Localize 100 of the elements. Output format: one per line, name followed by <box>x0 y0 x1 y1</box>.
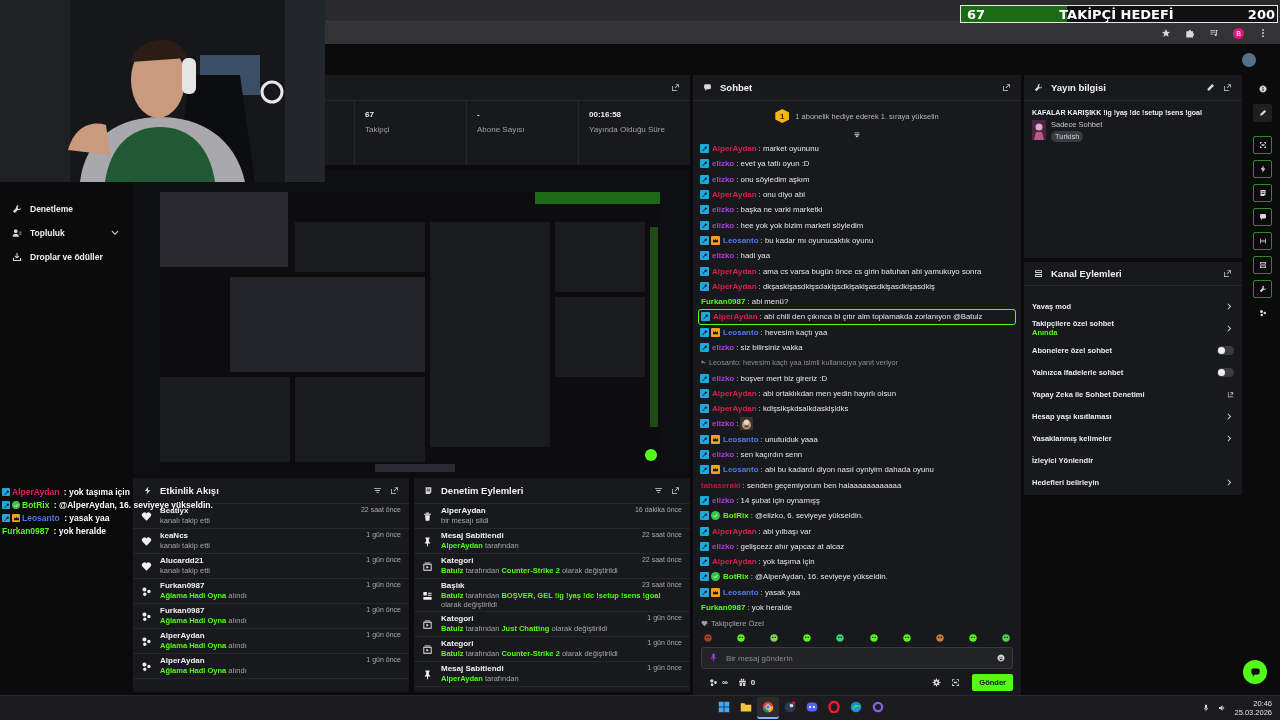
overlay-username: Furkan0987 <box>2 526 50 536</box>
chat-username[interactable]: elizko <box>712 495 735 505</box>
chat-username[interactable]: AlperAydan <box>712 144 757 154</box>
chevron-icon[interactable] <box>1225 477 1234 487</box>
edit-button[interactable] <box>1253 104 1272 122</box>
chat-button[interactable] <box>1253 208 1272 226</box>
chat-fab-button[interactable] <box>1243 660 1267 684</box>
dots-icon <box>141 610 152 622</box>
chat-username[interactable]: elizko <box>712 541 735 551</box>
filter-icon[interactable] <box>373 486 382 495</box>
panel-title: Kanal Eylemleri <box>1051 268 1122 279</box>
chat-username[interactable]: AlperAydan <box>712 404 757 414</box>
popout-icon[interactable] <box>1002 83 1011 92</box>
bolt-button[interactable] <box>1253 160 1272 178</box>
wrench-button[interactable] <box>1253 280 1272 298</box>
chat-username[interactable]: Leosanto <box>723 465 759 475</box>
chat-username[interactable]: Furkan0987 <box>701 297 746 307</box>
puzzle-icon[interactable] <box>1185 28 1195 38</box>
taskbar-browser-icon[interactable] <box>757 697 780 719</box>
popout-icon[interactable] <box>1223 269 1232 278</box>
mic-icon[interactable] <box>1202 704 1211 712</box>
emote-icon[interactable] <box>835 633 846 643</box>
emote-icon[interactable] <box>802 633 813 643</box>
emote-icon[interactable] <box>934 633 945 643</box>
popout-icon[interactable] <box>1223 83 1232 92</box>
chat-username[interactable]: AlperAydan <box>712 388 757 398</box>
filter-icon[interactable] <box>654 486 663 495</box>
chat-username[interactable]: BotRix <box>723 511 749 521</box>
chat-username[interactable]: Furkan0987 <box>701 603 746 613</box>
chat-username[interactable]: Leosanto <box>723 235 759 245</box>
chat-username[interactable]: elizko <box>712 220 735 230</box>
settings-icon[interactable] <box>932 677 942 687</box>
sidebar-label: Topluluk <box>30 228 66 238</box>
overlay-username: BotRix <box>22 500 50 510</box>
crown-badge-icon <box>711 465 720 475</box>
chevron-icon[interactable] <box>1225 301 1234 311</box>
star-icon[interactable] <box>1161 28 1171 38</box>
heart-icon <box>141 535 152 547</box>
chat-username[interactable]: AlperAydan <box>712 190 757 200</box>
sidebar-item[interactable]: Topluluk <box>0 221 130 245</box>
dots-icon[interactable] <box>709 677 718 687</box>
chat-username[interactable]: AlperAydan <box>712 281 757 291</box>
chat-username[interactable]: elizko <box>712 343 735 352</box>
chat-username[interactable]: Leosanto <box>723 587 759 597</box>
scan-button[interactable] <box>1253 136 1272 154</box>
avatar[interactable] <box>1242 52 1256 67</box>
id-card-icon <box>422 589 433 601</box>
emoji-icon[interactable] <box>997 654 1005 662</box>
media-icon[interactable] <box>1209 28 1219 38</box>
chat-username[interactable]: AlperAydan <box>712 526 757 536</box>
note-button[interactable] <box>1253 184 1272 202</box>
popout-icon[interactable] <box>671 83 680 92</box>
trash-icon <box>422 510 433 522</box>
video-box-icon <box>422 618 433 630</box>
chat-username[interactable]: elizko <box>712 159 735 169</box>
chat-username[interactable]: elizko <box>712 373 735 383</box>
chevron-icon[interactable] <box>1225 411 1234 421</box>
chat-username[interactable]: elizko <box>712 419 735 429</box>
chat-username[interactable]: AlperAydan <box>712 557 757 567</box>
layout-button[interactable] <box>1253 256 1272 274</box>
popout-icon[interactable] <box>390 486 399 495</box>
emote-icon[interactable] <box>736 633 747 643</box>
action-title: Kategori <box>441 639 474 649</box>
chat-username[interactable]: elizko <box>712 174 735 184</box>
popout-icon[interactable] <box>671 486 680 495</box>
sidebar-item[interactable]: Droplar ve ödüller <box>0 245 130 269</box>
chat-username[interactable]: BotRix <box>723 572 749 582</box>
chat-username[interactable]: tahaseraki <box>701 480 741 490</box>
chat-username[interactable]: elizko <box>712 251 735 261</box>
sidebar-item[interactable]: Denetleme <box>0 197 130 221</box>
message-input[interactable]: Bir mesaj gönderin <box>701 647 1013 669</box>
chat-username[interactable]: Leosanto <box>723 327 759 337</box>
chat-username[interactable]: elizko <box>712 450 735 460</box>
chevron-icon[interactable] <box>1225 433 1234 443</box>
emote-icon[interactable] <box>967 633 978 643</box>
chevron-icon[interactable] <box>1225 323 1234 333</box>
panel-title: Yayın bilgisi <box>1051 82 1106 93</box>
chat-username[interactable]: AlperAydan <box>713 312 758 322</box>
chat-username[interactable]: AlperAydan <box>712 266 757 276</box>
emote-icon[interactable] <box>901 633 912 643</box>
note-icon <box>1258 189 1267 197</box>
dots-icon <box>141 635 152 647</box>
emote-icon[interactable] <box>868 633 879 643</box>
emote-icon[interactable] <box>1001 633 1011 643</box>
toggle-switch[interactable] <box>1217 367 1234 377</box>
chat-username[interactable]: Leosanto <box>723 434 759 444</box>
split-button[interactable] <box>1253 232 1272 250</box>
scan-icon <box>1258 141 1267 149</box>
gift-icon[interactable] <box>737 677 747 687</box>
sidebar-label: Denetleme <box>30 204 74 214</box>
chat-username[interactable]: elizko <box>712 205 735 215</box>
edit-icon[interactable] <box>1206 83 1215 92</box>
sticker-icon[interactable] <box>951 677 961 687</box>
speaker-icon[interactable] <box>1218 704 1227 712</box>
external-link-icon[interactable] <box>1227 390 1234 398</box>
toggle-switch[interactable] <box>1217 345 1234 355</box>
hammer-badge-icon <box>700 220 709 230</box>
scroll-down-icon[interactable] <box>853 131 861 139</box>
emote-icon[interactable] <box>769 633 780 643</box>
stat-label: Abone Sayısı <box>477 125 526 134</box>
